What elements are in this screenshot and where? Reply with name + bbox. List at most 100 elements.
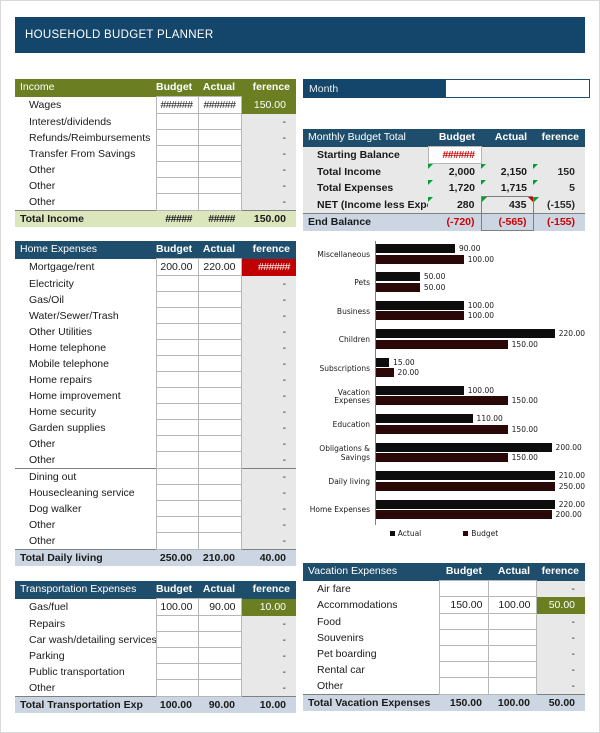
- budget-cell[interactable]: [155, 451, 199, 469]
- actual-cell[interactable]: [197, 177, 242, 194]
- actual-cell[interactable]: 1,715: [481, 180, 533, 197]
- month-input[interactable]: [445, 79, 590, 98]
- table-row[interactable]: Other -: [303, 677, 585, 695]
- budget-cell[interactable]: ######: [427, 146, 482, 164]
- budget-cell[interactable]: [155, 467, 199, 485]
- table-row[interactable]: Other -: [15, 161, 296, 178]
- budget-cell[interactable]: [438, 661, 489, 678]
- budget-cell[interactable]: 200.00: [155, 258, 199, 276]
- table-row[interactable]: Home security -: [15, 403, 296, 420]
- actual-cell[interactable]: [197, 647, 242, 664]
- actual-cell[interactable]: [197, 615, 242, 632]
- table-row[interactable]: Air fare -: [303, 580, 585, 597]
- table-row[interactable]: Garden supplies -: [15, 419, 296, 436]
- actual-cell[interactable]: 100.00: [487, 596, 537, 614]
- actual-cell[interactable]: ######: [197, 96, 242, 114]
- budget-cell[interactable]: [155, 113, 199, 130]
- budget-cell[interactable]: [155, 435, 199, 452]
- actual-cell[interactable]: [197, 113, 242, 130]
- actual-cell[interactable]: 90.00: [197, 598, 242, 616]
- actual-cell[interactable]: [197, 307, 242, 324]
- actual-cell[interactable]: [197, 419, 242, 436]
- table-row[interactable]: Other -: [15, 177, 296, 194]
- table-row[interactable]: Wages ###### ###### 150.00: [15, 96, 296, 114]
- table-row[interactable]: Pet boarding -: [303, 645, 585, 662]
- budget-cell[interactable]: [155, 403, 199, 420]
- table-row[interactable]: Car wash/detailing services -: [15, 631, 296, 648]
- table-row[interactable]: Mobile telephone -: [15, 355, 296, 372]
- actual-cell[interactable]: [197, 161, 242, 178]
- budget-cell[interactable]: [155, 177, 199, 194]
- actual-cell[interactable]: [197, 435, 242, 452]
- budget-cell[interactable]: [155, 161, 199, 178]
- table-row[interactable]: Home improvement -: [15, 387, 296, 404]
- budget-cell[interactable]: [155, 323, 199, 340]
- actual-cell[interactable]: [197, 631, 242, 648]
- budget-cell[interactable]: [155, 532, 199, 550]
- budget-cell[interactable]: [155, 631, 199, 648]
- actual-cell[interactable]: [487, 613, 537, 630]
- table-row[interactable]: NET (Income less Expe 280 435 (-155): [303, 196, 585, 214]
- budget-cell[interactable]: [155, 387, 199, 404]
- table-row[interactable]: Home repairs -: [15, 371, 296, 388]
- budget-cell[interactable]: ######: [155, 96, 199, 114]
- budget-cell[interactable]: [155, 275, 199, 292]
- table-row[interactable]: Rental car -: [303, 661, 585, 678]
- table-row[interactable]: Gas/fuel 100.00 90.00 10.00: [15, 598, 296, 616]
- budget-cell[interactable]: [155, 355, 199, 372]
- table-row[interactable]: Other -: [15, 679, 296, 697]
- budget-cell[interactable]: [155, 145, 199, 162]
- table-row[interactable]: Food -: [303, 613, 585, 630]
- table-row[interactable]: Housecleaning service -: [15, 484, 296, 501]
- budget-cell[interactable]: 2,000: [428, 163, 481, 180]
- actual-cell[interactable]: [197, 679, 242, 697]
- actual-cell[interactable]: 2,150: [481, 163, 533, 180]
- actual-cell[interactable]: [197, 484, 242, 501]
- actual-cell[interactable]: [197, 387, 242, 404]
- table-row[interactable]: Total Expenses 1,720 1,715 5: [303, 180, 585, 197]
- actual-cell[interactable]: [487, 677, 537, 695]
- table-row[interactable]: Repairs -: [15, 615, 296, 632]
- actual-cell[interactable]: [197, 355, 242, 372]
- table-row[interactable]: Water/Sewer/Trash -: [15, 307, 296, 324]
- actual-cell[interactable]: [487, 661, 537, 678]
- actual-cell[interactable]: [197, 339, 242, 356]
- actual-cell[interactable]: 220.00: [197, 258, 242, 276]
- table-row[interactable]: Interest/dividends -: [15, 113, 296, 130]
- table-row[interactable]: Total Income 2,000 2,150 150: [303, 163, 585, 180]
- table-row[interactable]: Refunds/Reimbursements -: [15, 129, 296, 146]
- table-row[interactable]: Souvenirs -: [303, 629, 585, 646]
- actual-cell-selected[interactable]: 435: [480, 196, 534, 214]
- budget-cell[interactable]: [438, 629, 489, 646]
- budget-cell[interactable]: [155, 307, 199, 324]
- actual-cell[interactable]: [197, 500, 242, 517]
- table-row[interactable]: Other -: [15, 532, 296, 550]
- table-row[interactable]: Other Utilities -: [15, 323, 296, 340]
- actual-cell[interactable]: [197, 291, 242, 308]
- budget-cell[interactable]: [155, 193, 199, 211]
- budget-cell[interactable]: [155, 484, 199, 501]
- budget-cell[interactable]: [438, 645, 489, 662]
- table-row[interactable]: Dining out -: [15, 467, 296, 485]
- budget-cell[interactable]: [155, 679, 199, 697]
- actual-cell[interactable]: [481, 146, 533, 164]
- budget-cell[interactable]: [155, 129, 199, 146]
- actual-cell[interactable]: [197, 467, 242, 485]
- table-row[interactable]: Parking -: [15, 647, 296, 664]
- actual-cell[interactable]: [197, 516, 242, 533]
- table-row[interactable]: Other -: [15, 193, 296, 211]
- budget-cell[interactable]: [438, 613, 489, 630]
- actual-cell[interactable]: [197, 323, 242, 340]
- actual-cell[interactable]: [197, 451, 242, 469]
- table-row[interactable]: Other -: [15, 451, 296, 469]
- actual-cell[interactable]: [197, 371, 242, 388]
- budget-cell[interactable]: [155, 419, 199, 436]
- budget-cell[interactable]: [155, 615, 199, 632]
- budget-cell[interactable]: [155, 516, 199, 533]
- table-row[interactable]: Transfer From Savings -: [15, 145, 296, 162]
- table-row[interactable]: Other -: [15, 435, 296, 452]
- table-row[interactable]: Home telephone -: [15, 339, 296, 356]
- budget-cell[interactable]: 280: [428, 196, 481, 214]
- table-row[interactable]: Accommodations 150.00 100.00 50.00: [303, 596, 585, 614]
- budget-cell[interactable]: 1,720: [428, 180, 481, 197]
